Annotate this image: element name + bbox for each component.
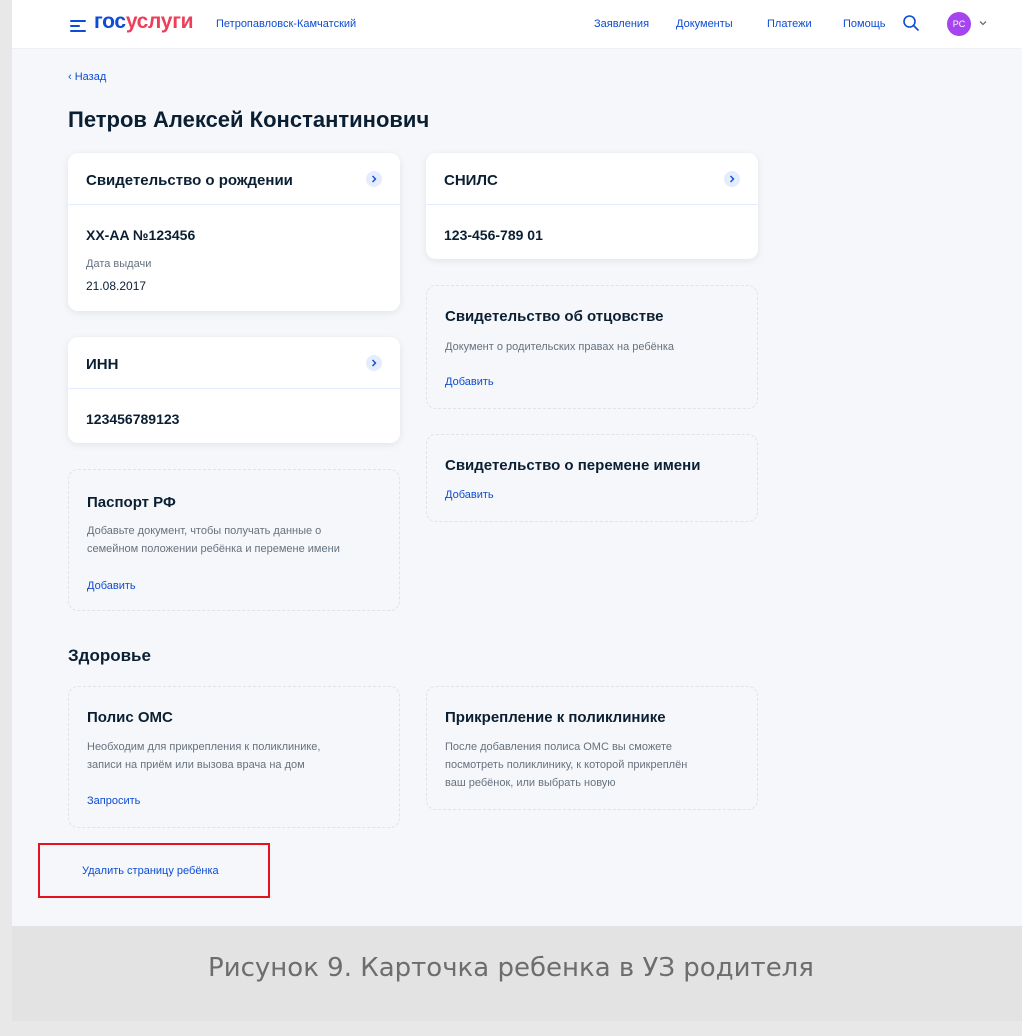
card-description: После добавления полиса ОМС вы сможете <box>445 741 672 753</box>
name-change-add-link[interactable]: Добавить <box>445 489 494 501</box>
back-link[interactable]: ‹ Назад <box>68 71 106 83</box>
page-title: Петров Алексей Константинович <box>68 107 430 132</box>
inn-card[interactable]: ИНН 123456789123 <box>68 337 400 443</box>
nav-help[interactable]: Помощь <box>843 18 886 30</box>
figure-caption: Рисунок 9. Карточка ребенка в УЗ родител… <box>208 953 814 983</box>
card-header: СНИЛС <box>426 153 758 205</box>
card-title: Свидетельство о рождении <box>86 172 293 189</box>
card-title: Свидетельство о перемене имени <box>445 457 701 474</box>
snils-card[interactable]: СНИЛС 123-456-789 01 <box>426 153 758 259</box>
card-title: ИНН <box>86 356 119 373</box>
card-title: Свидетельство об отцовстве <box>445 308 664 325</box>
card-description: ваш ребёнок, или выбрать новую <box>445 777 616 789</box>
card-header: Свидетельство о рождении <box>68 153 400 205</box>
card-title: Полис ОМС <box>87 709 173 726</box>
card-description: Добавьте документ, чтобы получать данные… <box>87 525 322 537</box>
delete-child-page-link[interactable]: Удалить страницу ребёнка <box>82 865 219 877</box>
gosuslugi-logo[interactable]: госуслуги <box>94 10 194 34</box>
health-section-title: Здоровье <box>68 646 151 665</box>
issue-date-label: Дата выдачи <box>86 258 152 270</box>
inn-number: 123456789123 <box>86 411 180 427</box>
city-selector[interactable]: Петропавловск-Камчатский <box>216 18 356 30</box>
logo-part-gos: гос <box>94 10 126 33</box>
card-description: записи на приём или вызова врача на дом <box>87 759 305 771</box>
card-header: ИНН <box>68 337 400 389</box>
nav-payments[interactable]: Платежи <box>767 18 812 30</box>
logo-part-uslugi: услуги <box>125 10 194 33</box>
snils-number: 123-456-789 01 <box>444 227 543 243</box>
oms-request-link[interactable]: Запросить <box>87 795 140 807</box>
menu-icon[interactable] <box>70 20 86 32</box>
top-header: госуслуги Петропавловск-Камчатский Заявл… <box>12 0 1022 49</box>
clinic-attachment-card: Прикрепление к поликлинике После добавле… <box>426 686 758 810</box>
oms-policy-card: Полис ОМС Необходим для прикрепления к п… <box>68 686 400 828</box>
card-description: Необходим для прикрепления к поликлинике… <box>87 741 321 753</box>
card-description: посмотреть поликлинику, к которой прикре… <box>445 759 688 771</box>
chevron-down-icon[interactable] <box>978 18 988 28</box>
passport-card: Паспорт РФ Добавьте документ, чтобы полу… <box>68 469 400 611</box>
search-icon[interactable] <box>902 14 920 32</box>
chevron-right-icon[interactable] <box>366 355 382 371</box>
issue-date-value: 21.08.2017 <box>86 279 147 293</box>
chevron-right-icon[interactable] <box>724 171 740 187</box>
birth-certificate-card[interactable]: Свидетельство о рождении XX-AA №123456 Д… <box>68 153 400 311</box>
paternity-certificate-card: Свидетельство об отцовстве Документ о ро… <box>426 285 758 409</box>
birth-cert-number: XX-AA №123456 <box>86 227 196 243</box>
card-title: СНИЛС <box>444 172 498 189</box>
name-change-certificate-card: Свидетельство о перемене имени Добавить <box>426 434 758 522</box>
app-screen: госуслуги Петропавловск-Камчатский Заявл… <box>12 0 1022 926</box>
card-title: Прикрепление к поликлинике <box>445 709 666 726</box>
avatar[interactable]: PC <box>947 12 971 36</box>
chevron-right-icon[interactable] <box>366 171 382 187</box>
passport-add-link[interactable]: Добавить <box>87 580 136 592</box>
paternity-add-link[interactable]: Добавить <box>445 376 494 388</box>
nav-applications[interactable]: Заявления <box>594 18 649 30</box>
card-description: Документ о родительских правах на ребёнк… <box>445 341 675 353</box>
card-description: семейном положении ребёнка и перемене им… <box>87 543 340 555</box>
nav-documents[interactable]: Документы <box>676 18 733 30</box>
card-title: Паспорт РФ <box>87 494 176 511</box>
